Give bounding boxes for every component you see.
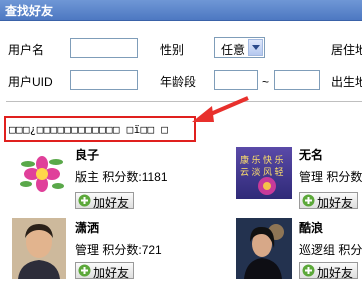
add-friend-label: 加好友 (93, 266, 130, 280)
friend-meta: 巡逻组 积分 (299, 241, 362, 258)
friend-role: 巡逻组 (299, 243, 336, 257)
age-min-input[interactable] (214, 70, 258, 90)
age-max-input[interactable] (274, 70, 320, 90)
avatar[interactable]: 康 乐 快 乐 云 淡 风 轻 (236, 147, 292, 199)
add-friend-button[interactable]: 加好友 (75, 192, 135, 210)
age-label: 年龄段 (160, 75, 197, 89)
username-input[interactable] (70, 38, 138, 58)
add-friend-icon (302, 264, 315, 277)
gender-select-value: 任意 (221, 43, 246, 57)
friend-points: 积分数:721 (102, 243, 162, 257)
friend-role: 管理 (75, 243, 100, 257)
add-friend-label: 加好友 (317, 196, 354, 210)
add-friend-button[interactable]: 加好友 (299, 192, 359, 210)
friend-points: 积分数 (326, 170, 362, 184)
friend-role: 版主 (75, 170, 100, 184)
person-photo-icon (12, 218, 66, 279)
friend-name[interactable]: 潇洒 (75, 219, 99, 236)
add-friend-icon (78, 194, 91, 207)
uid-label: 用户UID (8, 75, 53, 89)
friend-name[interactable]: 酷浪 (299, 219, 323, 236)
friend-meta: 管理 积分数 (299, 168, 362, 185)
avatar[interactable] (236, 218, 292, 279)
avatar[interactable] (16, 150, 68, 198)
divider (6, 101, 362, 102)
add-friend-label: 加好友 (317, 266, 354, 280)
friend-meta: 版主 积分数:1181 (75, 168, 168, 185)
notice-box: □□□¿□□□□□□□□□□□□ □ï□□ □ (4, 116, 196, 142)
friend-points: 积分 (338, 243, 362, 257)
title-bar: 查找好友 (0, 0, 362, 21)
avatar[interactable] (12, 218, 66, 279)
person-photo-icon (236, 218, 292, 279)
add-friend-button[interactable]: 加好友 (75, 262, 135, 280)
friend-role: 管理 (299, 170, 324, 184)
add-friend-label: 加好友 (93, 196, 130, 210)
add-friend-icon (302, 194, 315, 207)
notice-text: □□□¿□□□□□□□□□□□□ □ï□□ □ (9, 123, 169, 136)
flower-icon (20, 156, 64, 192)
add-friend-icon (78, 264, 91, 277)
add-friend-button[interactable]: 加好友 (299, 262, 359, 280)
flower-icon (258, 177, 276, 195)
friend-meta: 管理 积分数:721 (75, 241, 162, 258)
friend-name[interactable]: 良子 (75, 146, 99, 163)
uid-input[interactable] (70, 70, 138, 90)
residence-label: 居住地 (331, 43, 362, 57)
annotation-arrow-icon (192, 96, 249, 122)
gender-select[interactable]: 任意 (214, 37, 265, 58)
username-label: 用户名 (8, 43, 45, 57)
chevron-down-icon[interactable] (248, 39, 263, 56)
gender-label: 性别 (160, 43, 185, 57)
friend-points: 积分数:1181 (102, 170, 168, 184)
friend-name[interactable]: 无名 (299, 146, 323, 163)
window-title: 查找好友 (5, 4, 54, 18)
age-separator: ~ (262, 75, 270, 89)
birthplace-label: 出生地 (331, 75, 362, 89)
